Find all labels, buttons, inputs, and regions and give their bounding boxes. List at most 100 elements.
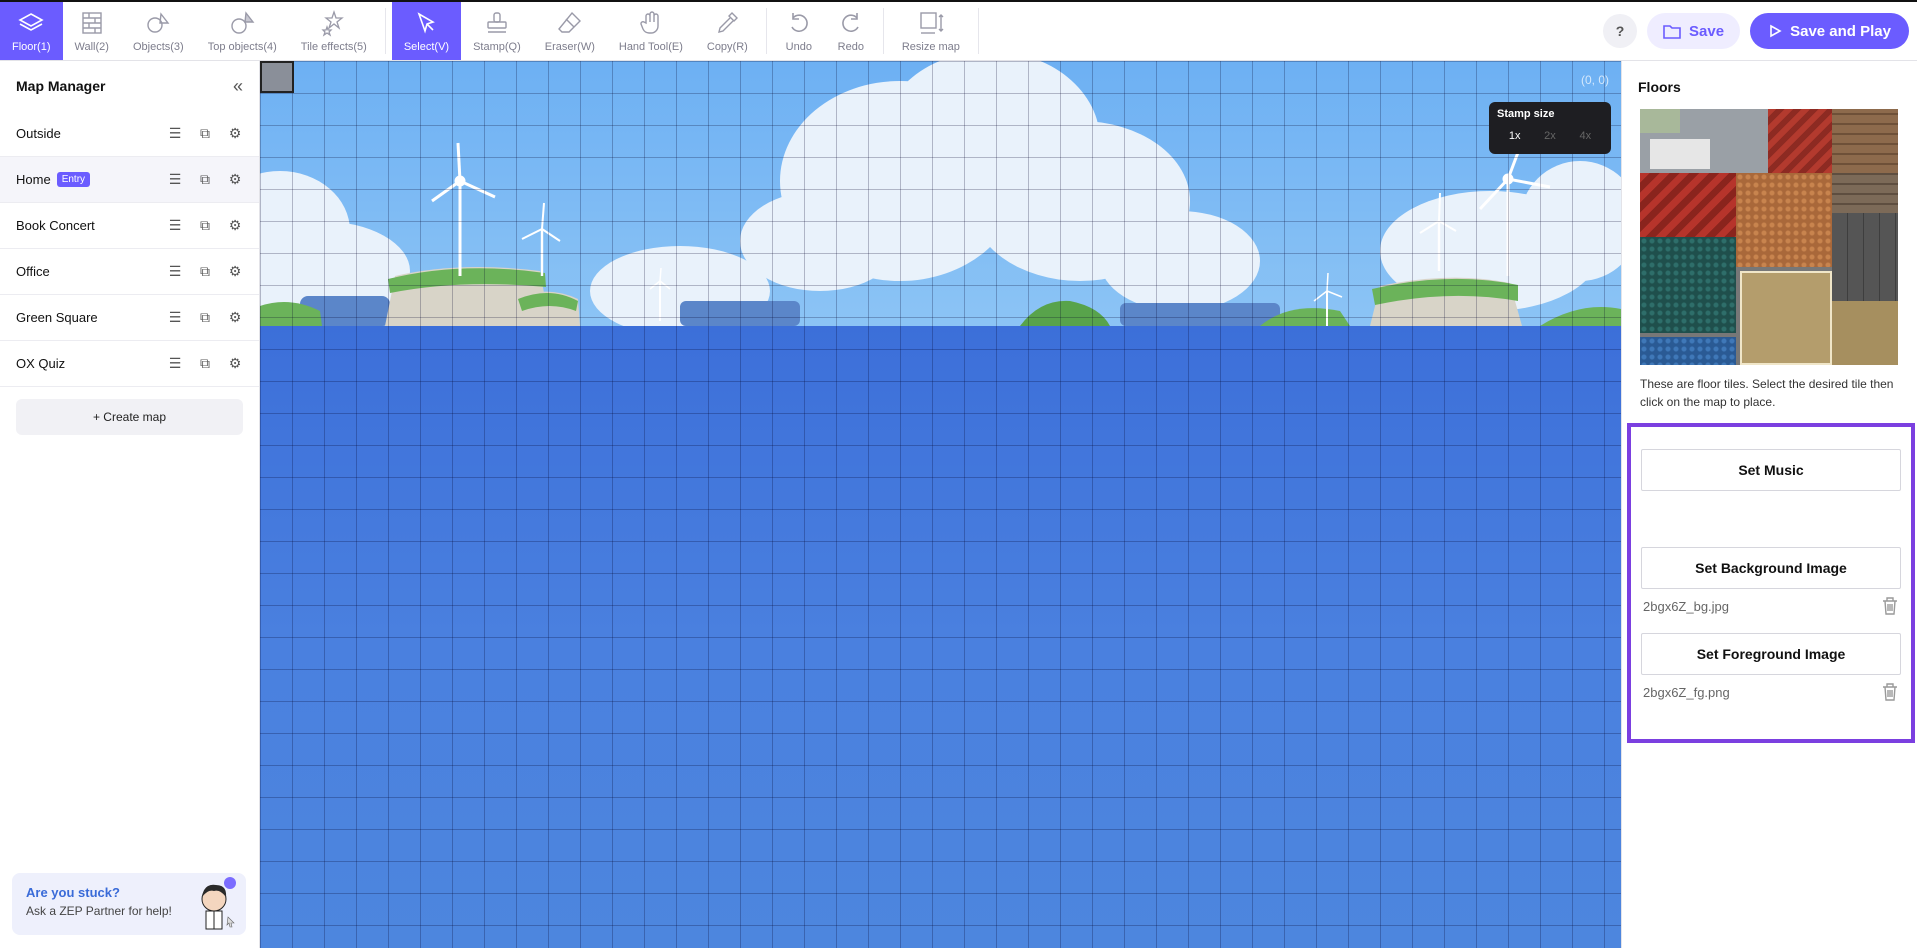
- floor-tile[interactable]: [1640, 109, 1680, 133]
- floor-tile-palette[interactable]: [1640, 109, 1898, 365]
- stamp-size-4x[interactable]: 4x: [1580, 130, 1592, 142]
- map-item-label: Outside: [16, 126, 61, 141]
- floor-tile[interactable]: [1832, 301, 1898, 365]
- eraser-icon: [557, 11, 581, 33]
- hand-icon: [640, 11, 659, 34]
- create-map-button[interactable]: + Create map: [16, 399, 243, 435]
- map-item-office[interactable]: Office ☰ ⧉ ⚙: [0, 249, 259, 295]
- floor-tile[interactable]: [1768, 109, 1832, 173]
- save-button[interactable]: Save: [1647, 13, 1741, 49]
- map-item-home[interactable]: Home Entry ☰ ⧉ ⚙: [0, 157, 259, 203]
- set-music-button[interactable]: Set Music: [1641, 449, 1901, 491]
- folder-icon: [1663, 25, 1681, 39]
- floor-tile[interactable]: [1640, 237, 1736, 333]
- foreground-file-name: 2bgx6Z_fg.png: [1643, 684, 1730, 700]
- floor-tile[interactable]: [1736, 173, 1832, 267]
- floor-tile[interactable]: [1650, 139, 1710, 169]
- floor-tile[interactable]: [1640, 337, 1736, 365]
- set-background-image-button[interactable]: Set Background Image: [1641, 547, 1901, 589]
- tool-stamp[interactable]: Stamp(Q): [461, 2, 533, 60]
- play-icon: [1770, 24, 1782, 38]
- top-toolbar: Floor(1) Wall(2) Objects(3) Top objects(…: [0, 0, 1917, 61]
- tool-copy-label: Copy(R): [706, 41, 748, 53]
- floor-tile[interactable]: [1832, 173, 1898, 213]
- set-foreground-image-button[interactable]: Set Foreground Image: [1641, 633, 1901, 675]
- duplicate-icon[interactable]: ⧉: [197, 309, 213, 326]
- duplicate-icon[interactable]: ⧉: [197, 125, 213, 142]
- collapse-sidebar-icon[interactable]: «: [233, 76, 243, 97]
- stamp-size-options: 1x 2x 4x: [1497, 130, 1603, 142]
- tool-floor[interactable]: Floor(1): [0, 2, 63, 60]
- tool-tile-effects[interactable]: Tile effects(5): [289, 2, 379, 60]
- save-and-play-button[interactable]: Save and Play: [1750, 13, 1909, 49]
- sidebar-header: Map Manager «: [0, 61, 259, 111]
- map-item-label: Green Square: [16, 310, 98, 325]
- map-item-book-concert[interactable]: Book Concert ☰ ⧉ ⚙: [0, 203, 259, 249]
- map-item-ox-quiz[interactable]: OX Quiz ☰ ⧉ ⚙: [0, 341, 259, 387]
- tool-top-objects[interactable]: Top objects(4): [196, 2, 289, 60]
- map-item-outside[interactable]: Outside ☰ ⧉ ⚙: [0, 111, 259, 157]
- toolbar-divider: [977, 8, 979, 54]
- gear-icon[interactable]: ⚙: [227, 217, 243, 234]
- floor-tile[interactable]: [1832, 109, 1898, 173]
- gear-icon[interactable]: ⚙: [227, 171, 243, 188]
- menu-icon[interactable]: ☰: [167, 125, 183, 142]
- menu-icon[interactable]: ☰: [167, 263, 183, 280]
- save-button-label: Save: [1689, 22, 1725, 40]
- tool-resize-map[interactable]: Resize map: [890, 2, 972, 60]
- help-card[interactable]: Are you stuck? Ask a ZEP Partner for hel…: [12, 873, 246, 935]
- tool-undo[interactable]: Undo: [773, 2, 825, 60]
- duplicate-icon[interactable]: ⧉: [197, 217, 213, 234]
- gear-icon[interactable]: ⚙: [227, 355, 243, 372]
- top-objects-icon: [231, 11, 255, 34]
- duplicate-icon[interactable]: ⧉: [197, 171, 213, 188]
- map-item-green-square[interactable]: Green Square ☰ ⧉ ⚙: [0, 295, 259, 341]
- stamp-size-panel: Stamp size 1x 2x 4x: [1489, 102, 1611, 154]
- tool-select[interactable]: Select(V): [391, 2, 462, 60]
- floors-description: These are floor tiles. Select the desire…: [1640, 377, 1894, 409]
- floor-tile[interactable]: [1640, 173, 1736, 237]
- cursor-coordinates: (0, 0): [1580, 73, 1609, 87]
- gear-icon[interactable]: ⚙: [227, 263, 243, 280]
- stamp-size-2x[interactable]: 2x: [1544, 130, 1556, 142]
- tool-eraser[interactable]: Eraser(W): [533, 2, 607, 60]
- save-and-play-label: Save and Play: [1790, 22, 1891, 40]
- map-item-label: OX Quiz: [16, 356, 66, 371]
- help-button[interactable]: ?: [1603, 14, 1638, 48]
- trash-icon[interactable]: [1881, 682, 1899, 702]
- tool-wall[interactable]: Wall(2): [63, 2, 121, 60]
- wall-icon: [82, 12, 102, 34]
- map-canvas[interactable]: (0, 0) Stamp size 1x 2x 4x: [260, 61, 1621, 948]
- duplicate-icon[interactable]: ⧉: [197, 355, 213, 372]
- menu-icon[interactable]: ☰: [167, 171, 183, 188]
- gear-icon[interactable]: ⚙: [227, 125, 243, 142]
- tool-redo[interactable]: Redo: [825, 2, 877, 60]
- tool-hand[interactable]: Hand Tool(E): [607, 2, 695, 60]
- duplicate-icon[interactable]: ⧉: [197, 263, 213, 280]
- stamp-icon: [487, 12, 507, 33]
- menu-icon[interactable]: ☰: [167, 309, 183, 326]
- select-cursor-icon: [417, 12, 436, 34]
- undo-icon: [791, 13, 808, 33]
- tool-copy[interactable]: Copy(R): [695, 2, 760, 60]
- floors-panel: Floors These are floor tiles. Select the…: [1621, 61, 1917, 948]
- menu-icon[interactable]: ☰: [167, 217, 183, 234]
- tile-grid[interactable]: [260, 61, 1621, 948]
- map-item-label: Home: [16, 172, 51, 187]
- eyedropper-icon: [718, 12, 739, 33]
- tool-hand-label: Hand Tool(E): [618, 41, 683, 53]
- stamp-size-1x[interactable]: 1x: [1509, 130, 1521, 142]
- menu-icon[interactable]: ☰: [167, 355, 183, 372]
- help-icon: ?: [1615, 23, 1625, 39]
- toolbar-divider: [384, 8, 386, 54]
- tool-resize-map-label: Resize map: [901, 41, 960, 53]
- toolbar-actions: ? Save Save and Play: [1603, 2, 1917, 60]
- tool-objects[interactable]: Objects(3): [121, 2, 196, 60]
- tool-top-objects-label: Top objects(4): [207, 41, 277, 53]
- gear-icon[interactable]: ⚙: [227, 309, 243, 326]
- floor-tile[interactable]: [1740, 271, 1832, 365]
- trash-icon[interactable]: [1881, 596, 1899, 616]
- tile-effects-icon: [321, 9, 344, 37]
